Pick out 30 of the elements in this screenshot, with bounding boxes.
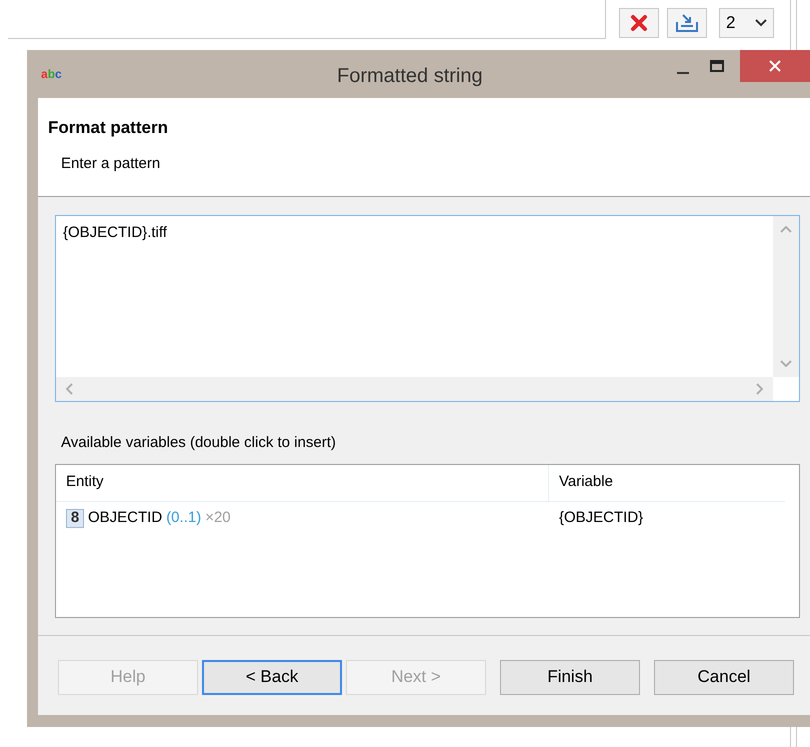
dialog-button[interactable]: Cancel bbox=[654, 660, 794, 694]
close-icon bbox=[769, 60, 781, 72]
dialog-button[interactable]: Finish bbox=[500, 660, 640, 694]
variables-label: Available variables (double click to insert) bbox=[61, 433, 336, 453]
logo-letter: b bbox=[48, 66, 56, 83]
tray-arrow-icon bbox=[675, 13, 699, 33]
entity-range: (0..1) bbox=[166, 508, 202, 528]
entity-name: OBJECTID bbox=[88, 508, 162, 528]
page-dropdown[interactable]: 2 bbox=[719, 8, 774, 38]
logo-letter: a bbox=[41, 66, 48, 83]
caret-icon bbox=[755, 19, 767, 27]
pattern-text: {OBJECTID}.tiff bbox=[62, 223, 168, 243]
pattern-field[interactable]: {OBJECTID}.tiff bbox=[55, 215, 800, 402]
type-badge: 8 bbox=[66, 508, 84, 528]
column-header[interactable]: Variable bbox=[549, 464, 785, 500]
delete-button[interactable] bbox=[619, 8, 659, 38]
close-button[interactable] bbox=[740, 50, 810, 82]
variable-cell-text: {OBJECTID} bbox=[558, 508, 644, 528]
page-title: Format pattern bbox=[48, 117, 168, 139]
entity-count: ×20 bbox=[205, 508, 231, 528]
page-subtitle: Enter a pattern bbox=[61, 154, 160, 174]
import-button[interactable] bbox=[667, 8, 707, 38]
column-header[interactable]: Entity bbox=[56, 464, 549, 500]
close-icon bbox=[630, 14, 648, 32]
vertical-scrollbar[interactable] bbox=[773, 216, 799, 377]
maximize-icon[interactable] bbox=[710, 60, 724, 72]
dialog-button[interactable]: < Back bbox=[202, 660, 342, 694]
logo-letter: c bbox=[55, 66, 62, 83]
window-title: Formatted string bbox=[337, 64, 483, 89]
horizontal-scrollbar[interactable] bbox=[56, 377, 773, 401]
